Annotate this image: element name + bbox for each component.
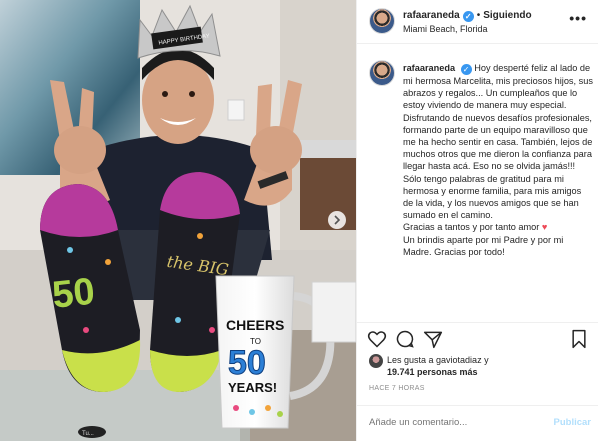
sock-number-text: 50 bbox=[50, 271, 96, 317]
comment-icon[interactable] bbox=[395, 329, 415, 349]
red-heart-icon: ♥ bbox=[541, 222, 548, 233]
publish-button[interactable]: Publicar bbox=[554, 417, 592, 428]
coaster-text: Tu... bbox=[82, 431, 94, 437]
caption-text: rafaaraneda ✓ Hoy desperté feliz al lado… bbox=[403, 62, 593, 258]
likes-text[interactable]: Les gusta a gaviotadiaz y 19.741 persona… bbox=[387, 354, 587, 378]
author-avatar[interactable] bbox=[369, 8, 395, 34]
comment-composer: Publicar bbox=[357, 405, 598, 441]
caption-verified-badge-icon: ✓ bbox=[460, 64, 472, 75]
caption-username[interactable]: rafaaraneda bbox=[403, 63, 455, 73]
caption-p3-text: Gracias a tantos y por tanto amor bbox=[403, 222, 540, 233]
mug-cheers-text: CHEERS bbox=[226, 317, 284, 333]
header-user-line: rafaaraneda ✓ • Siguiendo bbox=[403, 10, 532, 22]
author-username[interactable]: rafaaraneda bbox=[403, 10, 460, 21]
post-caption: rafaaraneda ✓ Hoy desperté feliz al lado… bbox=[357, 56, 598, 321]
separator-dot: • bbox=[476, 10, 481, 21]
action-bar bbox=[357, 322, 598, 352]
likes-line-1: Les gusta a gaviotadiaz y bbox=[387, 355, 489, 365]
share-icon[interactable] bbox=[423, 329, 443, 349]
caption-paragraph-1: rafaaraneda ✓ Hoy desperté feliz al lado… bbox=[403, 62, 593, 173]
following-button[interactable]: Siguiendo bbox=[483, 10, 531, 21]
caption-paragraph-4: Un brindis aparte por mi Padre y por mi … bbox=[403, 234, 564, 257]
more-options-icon[interactable]: ••• bbox=[569, 10, 587, 26]
post-header: rafaaraneda ✓ • Siguiendo Miami Beach, Flor… bbox=[357, 0, 598, 44]
save-bookmark-icon[interactable] bbox=[569, 329, 589, 349]
post-sidebar: rafaaraneda ✓ • Siguiendo Miami Beach, Flor… bbox=[356, 0, 598, 441]
like-heart-icon[interactable] bbox=[367, 329, 387, 349]
mug-years-text: YEARS! bbox=[228, 380, 277, 395]
caption-paragraph-2: Sólo tengo palabras de gratitud para mi … bbox=[403, 173, 582, 221]
next-photo-button[interactable] bbox=[328, 211, 346, 229]
caption-p1-text: Hoy desperté feliz al lado de mi hermosa… bbox=[403, 63, 593, 172]
mug-number-text: 50 bbox=[228, 344, 266, 382]
comment-input[interactable] bbox=[369, 417, 539, 428]
photo-illustration: HAPPY BIRTHDAY 50 the BIG CHEERS TO 50 Y… bbox=[0, 0, 356, 441]
post-photo[interactable]: HAPPY BIRTHDAY 50 the BIG CHEERS TO 50 Y… bbox=[0, 0, 356, 441]
liker-avatar[interactable] bbox=[369, 354, 383, 368]
post-timestamp: Hace 7 horas bbox=[369, 385, 425, 392]
post-location[interactable]: Miami Beach, Florida bbox=[403, 24, 488, 34]
likes-line-2[interactable]: 19.741 personas más bbox=[387, 367, 478, 377]
verified-badge-icon: ✓ bbox=[462, 11, 474, 22]
caption-paragraph-3: Gracias a tantos y por tanto amor ♥ bbox=[403, 221, 593, 233]
chevron-right-icon bbox=[334, 215, 341, 225]
caption-author-avatar[interactable] bbox=[369, 60, 395, 86]
